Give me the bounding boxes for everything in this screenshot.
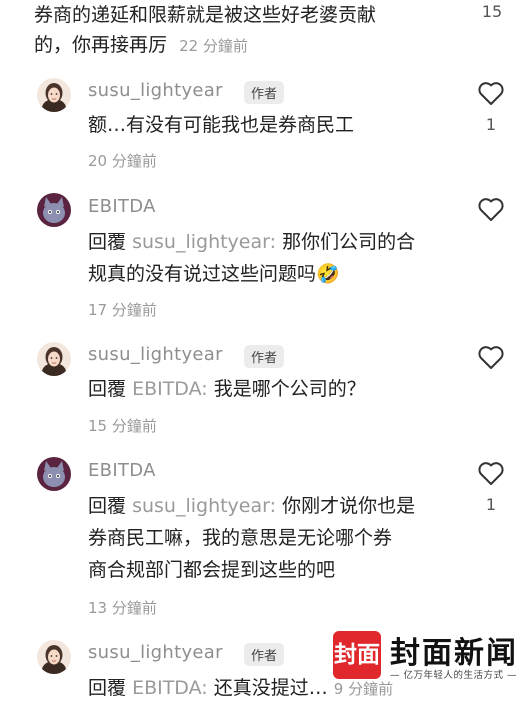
like-heart-icon[interactable] bbox=[477, 196, 505, 222]
author-badge: 作者 bbox=[244, 81, 285, 104]
reply-1-time: 20 分鐘前 bbox=[88, 152, 157, 170]
reply-1-like-count: 1 bbox=[485, 115, 497, 134]
reply-target-user[interactable]: EBITDA: bbox=[132, 677, 208, 699]
like-heart-icon[interactable] bbox=[477, 344, 505, 370]
reply-5-text: 还真没提过… bbox=[213, 677, 328, 699]
watermark-logo: 封面 bbox=[333, 631, 381, 679]
avatar-ebitda[interactable] bbox=[37, 457, 71, 491]
reply-3-time: 15 分鐘前 bbox=[88, 417, 157, 435]
reply-label: 回覆 bbox=[88, 231, 127, 253]
reply-3-username[interactable]: susu_lightyear bbox=[88, 344, 223, 365]
reply-2-username[interactable]: EBITDA bbox=[88, 196, 156, 217]
reply-4-line-2: 券商民工嘛，我的意思是无论哪个券 bbox=[88, 527, 393, 549]
avatar-girl-icon bbox=[37, 640, 71, 674]
avatar-susu[interactable] bbox=[37, 640, 71, 674]
reply-4-line-1: 回覆 susu_lightyear: 你刚才说你也是 bbox=[88, 491, 415, 522]
reply-label: 回覆 bbox=[88, 495, 127, 517]
reply-3-line-1: 回覆 EBITDA: 我是哪个公司的？ bbox=[88, 374, 366, 405]
avatar-cat-icon bbox=[37, 457, 71, 491]
reply-4-text-start: 你刚才说你也是 bbox=[282, 495, 416, 517]
reply-2-time: 17 分鐘前 bbox=[88, 301, 157, 319]
top-comment-like-count: 15 bbox=[481, 2, 503, 21]
author-badge: 作者 bbox=[244, 643, 285, 666]
reply-4-line-3: 商合规部门都会提到这些的吧 bbox=[88, 559, 336, 581]
top-comment-text: 的，你再接再厉 bbox=[34, 34, 168, 56]
reply-target-user[interactable]: EBITDA: bbox=[132, 378, 208, 400]
top-comment-line-1: 券商的递延和限薪就是被这些好老婆贡献 bbox=[34, 4, 377, 26]
reply-5-username[interactable]: susu_lightyear bbox=[88, 642, 223, 663]
avatar-ebitda[interactable] bbox=[37, 193, 71, 227]
reply-label: 回覆 bbox=[88, 378, 127, 400]
like-heart-icon[interactable] bbox=[477, 460, 505, 486]
avatar-susu[interactable] bbox=[37, 342, 71, 376]
like-heart-icon[interactable] bbox=[477, 80, 505, 106]
watermark-subtitle: — 亿万年轻人的生活方式 — bbox=[390, 670, 518, 681]
reply-4-like-count: 1 bbox=[485, 495, 497, 514]
avatar-cat-icon bbox=[37, 193, 71, 227]
reply-1-text: 额…有没有可能我也是券商民工 bbox=[88, 114, 355, 136]
reply-4-time: 13 分鐘前 bbox=[88, 599, 157, 617]
avatar-susu[interactable] bbox=[37, 78, 71, 112]
reply-2-text-start: 那你们公司的合 bbox=[282, 231, 416, 253]
top-comment-line-2: 的，你再接再厉 22 分鐘前 bbox=[34, 30, 248, 62]
top-comment-time: 22 分鐘前 bbox=[179, 37, 248, 55]
watermark-title: 封面新闻 bbox=[390, 636, 518, 671]
reply-target-user[interactable]: susu_lightyear: bbox=[132, 231, 276, 253]
avatar-girl-icon bbox=[37, 342, 71, 376]
reply-4-username[interactable]: EBITDA bbox=[88, 460, 156, 481]
author-badge: 作者 bbox=[244, 345, 285, 368]
avatar-girl-icon bbox=[37, 78, 71, 112]
reply-5-time: 9 分鐘前 bbox=[333, 680, 394, 698]
reply-1-username[interactable]: susu_lightyear bbox=[88, 80, 223, 101]
reply-2-line-2: 规真的没有说过这些问题吗🤣 bbox=[88, 263, 340, 285]
reply-3-text: 我是哪个公司的？ bbox=[213, 378, 366, 400]
reply-label: 回覆 bbox=[88, 677, 127, 699]
reply-target-user[interactable]: susu_lightyear: bbox=[132, 495, 276, 517]
reply-2-line-1: 回覆 susu_lightyear: 那你们公司的合 bbox=[88, 227, 415, 258]
